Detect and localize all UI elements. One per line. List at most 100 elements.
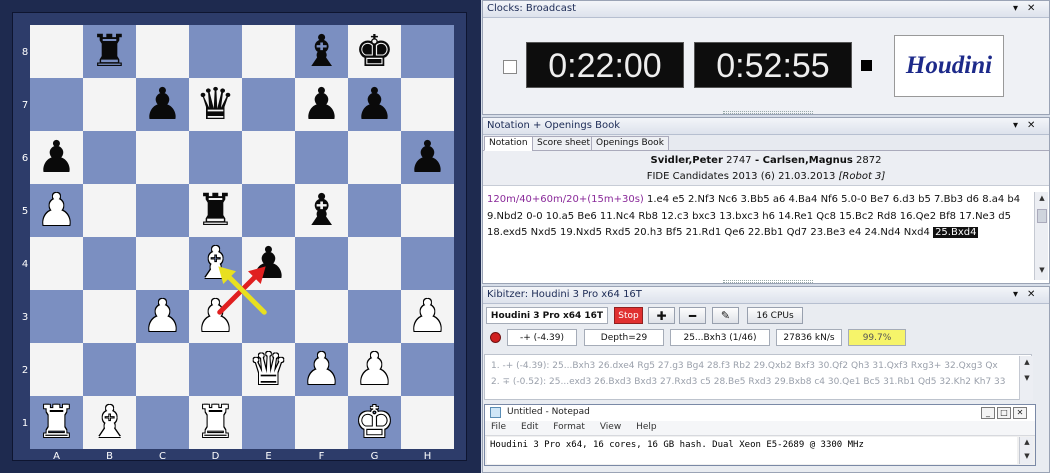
square-e6[interactable]: [242, 131, 295, 184]
notepad-button[interactable]: ✎: [712, 307, 739, 324]
menu-help[interactable]: Help: [636, 422, 657, 432]
maximize-icon[interactable]: □: [997, 407, 1011, 419]
engine-line-2[interactable]: 2. ∓ (-0.52): 25...exd3 26.Bxd3 Bxd3 27.…: [491, 377, 1006, 387]
square-c6[interactable]: [136, 131, 189, 184]
splitter-handle[interactable]: [723, 280, 813, 283]
scroll-down-icon[interactable]: ▼: [1022, 452, 1032, 462]
scroll-up-icon[interactable]: ▲: [1022, 438, 1032, 448]
white-rook-icon[interactable]: ♜: [30, 396, 83, 449]
white-queen-icon[interactable]: ♛: [242, 343, 295, 396]
dropdown-icon[interactable]: ▾: [1013, 120, 1018, 131]
white-bishop-icon[interactable]: ♝: [189, 237, 242, 290]
square-c5[interactable]: [136, 184, 189, 237]
add-line-button[interactable]: ✚: [648, 307, 675, 324]
menu-format[interactable]: Format: [553, 422, 585, 432]
square-h5[interactable]: [401, 184, 454, 237]
square-f6[interactable]: [295, 131, 348, 184]
close-icon[interactable]: ✕: [1027, 120, 1035, 131]
white-king-icon[interactable]: ♚: [348, 396, 401, 449]
close-icon[interactable]: ✕: [1027, 289, 1035, 300]
white-pawn-icon[interactable]: ♟: [295, 343, 348, 396]
scroll-up-icon[interactable]: ▲: [1037, 194, 1047, 204]
black-rook-icon[interactable]: ♜: [189, 184, 242, 237]
menu-file[interactable]: File: [491, 422, 506, 432]
cpus-button[interactable]: 16 CPUs: [747, 307, 803, 324]
notepad-text-area[interactable]: Houdini 3 Pro x64, 16 cores, 16 GB hash.…: [487, 437, 1017, 464]
square-f3[interactable]: [295, 290, 348, 343]
square-e5[interactable]: [242, 184, 295, 237]
black-rook-icon[interactable]: ♜: [83, 25, 136, 78]
square-b5[interactable]: [83, 184, 136, 237]
chess-board[interactable]: ♜ ♝ ♚ ♟ ♛ ♟ ♟ ♟ ♟ ♟ ♜ ♝ ♝ ♟ ♟ ♟ ♟ ♛ ♟ ♟ ♜ ♝ ♜ ♚: [30, 25, 454, 449]
square-c4[interactable]: [136, 237, 189, 290]
scroll-down-icon[interactable]: ▼: [1037, 266, 1047, 276]
white-bishop-icon[interactable]: ♝: [83, 396, 136, 449]
white-pawn-icon[interactable]: ♟: [348, 343, 401, 396]
white-pawn-icon[interactable]: ♟: [189, 290, 242, 343]
square-a8[interactable]: [30, 25, 83, 78]
square-h2[interactable]: [401, 343, 454, 396]
square-h7[interactable]: [401, 78, 454, 131]
square-g6[interactable]: [348, 131, 401, 184]
square-b6[interactable]: [83, 131, 136, 184]
square-b2[interactable]: [83, 343, 136, 396]
black-pawn-icon[interactable]: ♟: [30, 131, 83, 184]
black-bishop-icon[interactable]: ♝: [295, 184, 348, 237]
square-g5[interactable]: [348, 184, 401, 237]
white-pawn-icon[interactable]: ♟: [136, 290, 189, 343]
stop-button[interactable]: Stop: [614, 307, 643, 324]
scroll-thumb[interactable]: [1037, 209, 1047, 223]
black-pawn-icon[interactable]: ♟: [348, 78, 401, 131]
square-e1[interactable]: [242, 396, 295, 449]
square-g3[interactable]: [348, 290, 401, 343]
menu-view[interactable]: View: [600, 422, 621, 432]
square-a7[interactable]: [30, 78, 83, 131]
engine-lines[interactable]: 1. -+ (-4.39): 25...Bxh3 26.dxe4 Rg5 27.…: [484, 354, 1032, 400]
square-b3[interactable]: [83, 290, 136, 343]
black-king-icon[interactable]: ♚: [348, 25, 401, 78]
square-b7[interactable]: [83, 78, 136, 131]
white-rook-icon[interactable]: ♜: [189, 396, 242, 449]
current-move[interactable]: 25.Bxd4: [933, 227, 979, 238]
record-icon[interactable]: [490, 332, 501, 343]
black-pawn-icon[interactable]: ♟: [401, 131, 454, 184]
square-a3[interactable]: [30, 290, 83, 343]
notation-scrollbar[interactable]: ▲ ▼: [1034, 192, 1048, 280]
tab-notation[interactable]: Notation: [484, 136, 533, 151]
square-f4[interactable]: [295, 237, 348, 290]
tab-openings-book[interactable]: Openings Book: [591, 136, 669, 151]
black-pawn-icon[interactable]: ♟: [295, 78, 348, 131]
dropdown-icon[interactable]: ▾: [1013, 3, 1018, 14]
square-c2[interactable]: [136, 343, 189, 396]
dropdown-icon[interactable]: ▾: [1013, 289, 1018, 300]
minimize-icon[interactable]: _: [981, 407, 995, 419]
remove-line-button[interactable]: ━: [679, 307, 706, 324]
tab-score-sheet[interactable]: Score sheet: [532, 136, 596, 151]
square-b4[interactable]: [83, 237, 136, 290]
close-icon[interactable]: ✕: [1027, 3, 1035, 14]
square-e8[interactable]: [242, 25, 295, 78]
scroll-up-icon[interactable]: ▲: [1022, 358, 1032, 368]
square-c8[interactable]: [136, 25, 189, 78]
square-a2[interactable]: [30, 343, 83, 396]
move-list[interactable]: 120m/40+60m/20+(15m+30s) 1.e4 e5 2.Nf3 N…: [487, 192, 1027, 242]
splitter-handle[interactable]: [723, 111, 813, 114]
engine-line-1[interactable]: 1. -+ (-4.39): 25...Bxh3 26.dxe4 Rg5 27.…: [491, 361, 998, 371]
square-h1[interactable]: [401, 396, 454, 449]
scroll-down-icon[interactable]: ▼: [1022, 374, 1032, 384]
square-c1[interactable]: [136, 396, 189, 449]
black-queen-icon[interactable]: ♛: [189, 78, 242, 131]
square-d2[interactable]: [189, 343, 242, 396]
square-d6[interactable]: [189, 131, 242, 184]
square-a4[interactable]: [30, 237, 83, 290]
kibitzer-scrollbar[interactable]: ▲ ▼: [1019, 356, 1033, 400]
close-icon[interactable]: ✕: [1013, 407, 1027, 419]
square-h8[interactable]: [401, 25, 454, 78]
square-g4[interactable]: [348, 237, 401, 290]
square-h4[interactable]: [401, 237, 454, 290]
square-d8[interactable]: [189, 25, 242, 78]
notepad-scrollbar[interactable]: ▲ ▼: [1019, 437, 1033, 464]
white-pawn-icon[interactable]: ♟: [401, 290, 454, 343]
square-e7[interactable]: [242, 78, 295, 131]
square-f1[interactable]: [295, 396, 348, 449]
